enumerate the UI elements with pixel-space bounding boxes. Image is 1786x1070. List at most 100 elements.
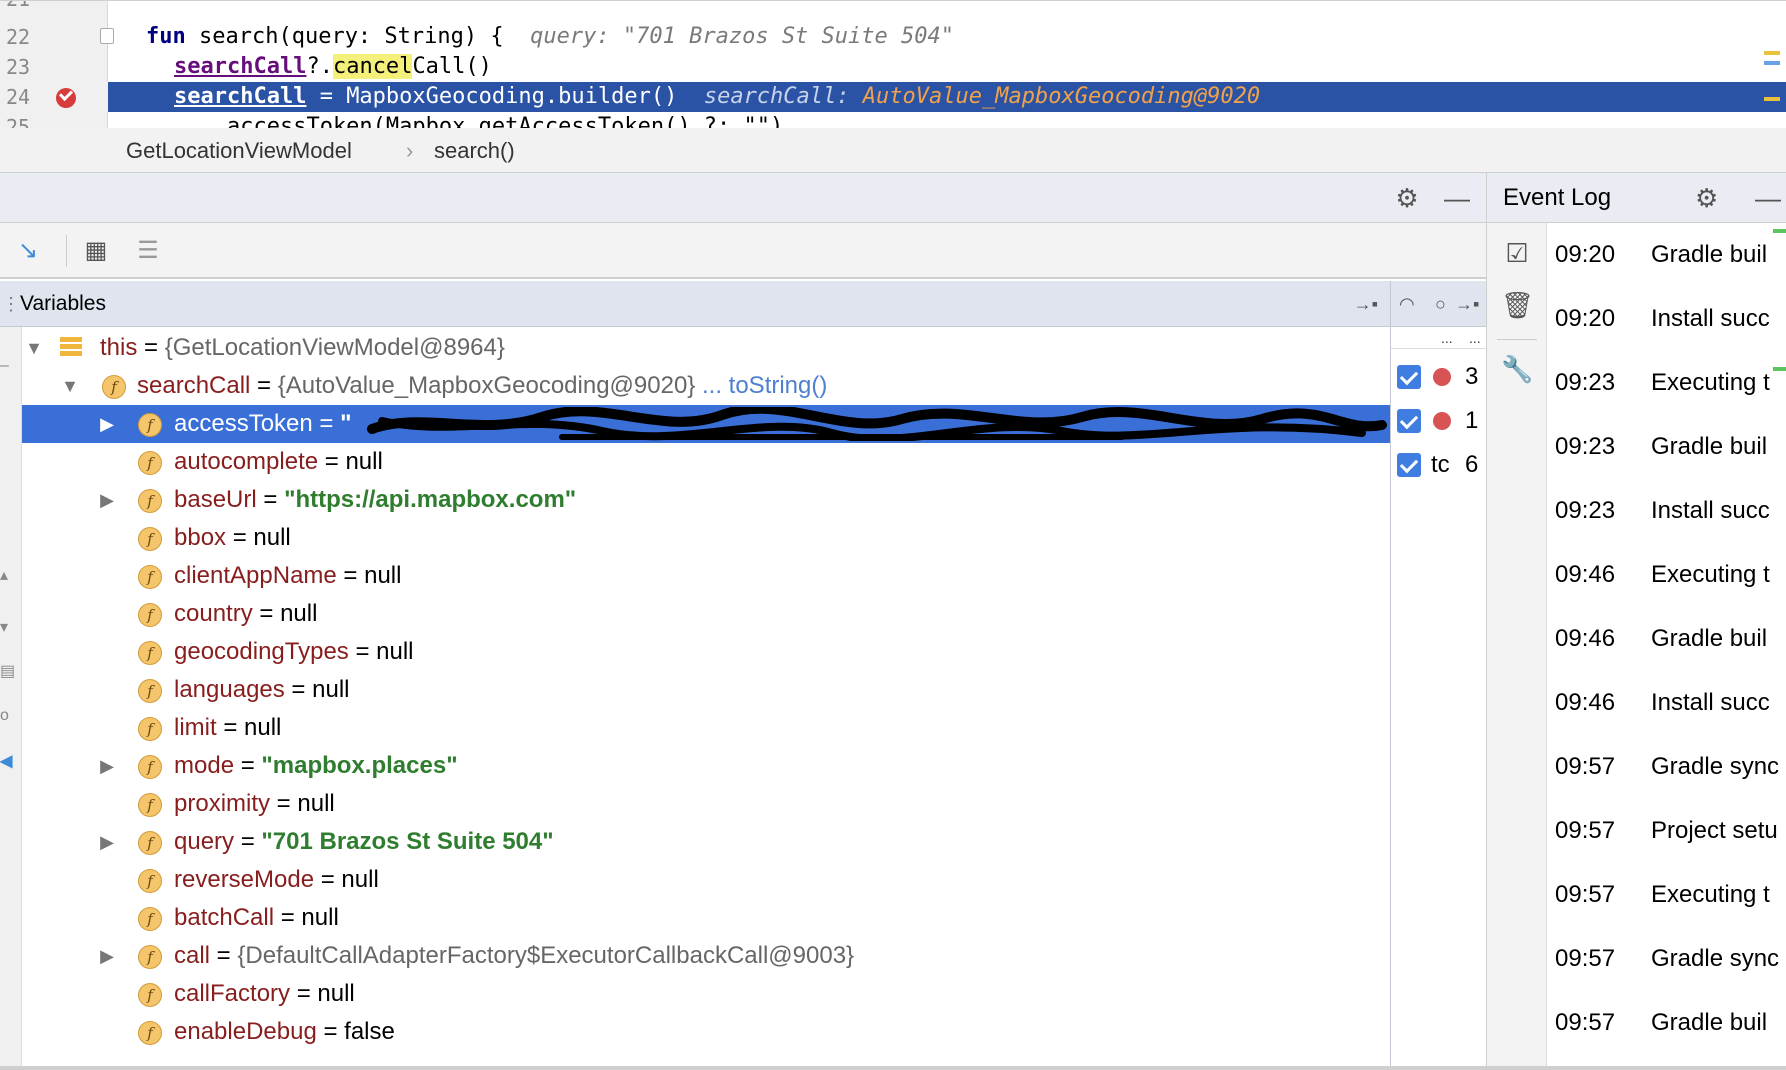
mark-read-icon[interactable]: ☑	[1501, 237, 1533, 269]
breadcrumb-method[interactable]: search()	[434, 128, 515, 173]
breadcrumb-class[interactable]: GetLocationViewModel	[126, 128, 352, 173]
kotlin-icon[interactable]: ◀	[0, 751, 14, 775]
tostring-link[interactable]: ... toString()	[695, 372, 827, 399]
field-icon: f	[138, 869, 162, 893]
frame-marker-icon[interactable]: ▴	[0, 565, 14, 589]
tree-row-geocodingtypes[interactable]: f geocodingTypes = null	[22, 633, 1390, 671]
code-line-23[interactable]: 23 searchCall?.cancelCall()	[0, 52, 1786, 82]
warning-mark[interactable]	[1764, 51, 1780, 55]
pin-icon[interactable]: →▪	[1455, 281, 1479, 327]
tree-row-accesstoken[interactable]: ▶ f accessToken = "	[22, 405, 1390, 443]
tree-row-clientappname[interactable]: f clientAppName = null	[22, 557, 1390, 595]
tree-row-baseurl[interactable]: ▶ f baseUrl = "https://api.mapbox.com"	[22, 481, 1390, 519]
tree-row-languages[interactable]: f languages = null	[22, 671, 1390, 709]
code-editor[interactable]: 21 22 fun search(query: String) { query:…	[0, 0, 1786, 128]
tree-row-bbox[interactable]: f bbox = null	[22, 519, 1390, 557]
frame-marker-icon[interactable]: ▾	[0, 617, 14, 641]
tree-row-mode[interactable]: ▶ f mode = "mapbox.places"	[22, 747, 1390, 785]
event-message[interactable]: Executing t	[1651, 363, 1770, 403]
event-message[interactable]: Gradle buil	[1651, 1003, 1767, 1043]
breakpoint-checkbox[interactable]	[1397, 365, 1421, 389]
line-number: 25	[6, 115, 31, 128]
field-reference: searchCall	[174, 54, 307, 79]
variable-label: autocomplete = null	[174, 448, 383, 475]
tree-row-callfactory[interactable]: f callFactory = null	[22, 975, 1390, 1013]
tree-row-call[interactable]: ▶ f call = {DefaultCallAdapterFactory$Ex…	[22, 937, 1390, 975]
event-message[interactable]: Gradle sync	[1651, 747, 1779, 787]
breakpoint-row[interactable]: 1	[1391, 401, 1487, 441]
event-message[interactable]: Gradle buil	[1651, 235, 1767, 275]
breakpoint-prefix: tc	[1431, 451, 1450, 478]
trash-icon[interactable]: 🗑	[1501, 289, 1534, 321]
expand-arrow-icon[interactable]: ▼	[24, 329, 44, 367]
event-message[interactable]: Executing t	[1651, 875, 1770, 915]
code-text: searchCall = MapboxGeocoding.builder() s…	[174, 82, 1260, 112]
column-dots[interactable]: ...	[1441, 327, 1453, 349]
variables-tree[interactable]: ▼ this = {GetLocationViewModel@8964} ▼ f…	[22, 327, 1390, 1070]
tree-row-limit[interactable]: f limit = null	[22, 709, 1390, 747]
pin-icon[interactable]: →▪	[1354, 281, 1378, 327]
gear-icon[interactable]: ⚙	[1695, 173, 1718, 223]
event-message[interactable]: Executing t	[1651, 555, 1770, 595]
refresh-icon[interactable]: ○	[1435, 281, 1446, 327]
event-message[interactable]: Gradle buil	[1651, 619, 1767, 659]
code-line-21[interactable]: 21	[0, 1, 1786, 14]
tree-row-country[interactable]: f country = null	[22, 595, 1390, 633]
gear-icon[interactable]: ⚙	[1392, 183, 1422, 213]
breakpoint-checkbox[interactable]	[1397, 453, 1421, 477]
frame-marker-icon[interactable]: ▤	[0, 661, 15, 685]
calculator-icon[interactable]: ▦	[80, 235, 112, 267]
code-line-22[interactable]: 22 fun search(query: String) { query: "7…	[0, 22, 1786, 52]
editor-error-stripe[interactable]	[1758, 1, 1786, 128]
fold-icon[interactable]	[100, 28, 114, 44]
tree-row-batchcall[interactable]: f batchCall = null	[22, 899, 1390, 937]
expand-arrow-icon[interactable]: ▶	[97, 747, 117, 785]
tree-row-query[interactable]: ▶ f query = "701 Brazos St Suite 504"	[22, 823, 1390, 861]
expand-arrow-icon[interactable]: ▶	[97, 823, 117, 861]
frame-marker-icon[interactable]: o	[0, 707, 14, 731]
tree-row-proximity[interactable]: f proximity = null	[22, 785, 1390, 823]
code-line-24-current[interactable]: 24 searchCall = MapboxGeocoding.builder(…	[0, 82, 1786, 112]
event-message[interactable]: Install succ	[1651, 683, 1770, 723]
expand-arrow-icon[interactable]: ▼	[60, 367, 80, 405]
tree-row-this[interactable]: ▼ this = {GetLocationViewModel@8964}	[22, 329, 1390, 367]
minimize-icon[interactable]: —	[1442, 183, 1472, 213]
watches-icon[interactable]: ☰	[132, 235, 164, 267]
event-message[interactable]: Gradle buil	[1651, 427, 1767, 467]
event-message[interactable]: Install succ	[1651, 491, 1770, 531]
variable-label: geocodingTypes = null	[174, 638, 414, 665]
breakpoint-row[interactable]: tc 6	[1391, 445, 1487, 485]
code-line-25[interactable]: 25 accessToken(Mapbox.getAccessToken() ?…	[0, 112, 1786, 128]
frame-marker-icon[interactable]: –	[0, 357, 14, 381]
expand-arrow-icon[interactable]: ▶	[97, 481, 117, 519]
breakpoint-checkbox[interactable]	[1397, 409, 1421, 433]
warning-mark[interactable]	[1764, 97, 1780, 101]
field-icon: f	[138, 793, 162, 817]
tree-row-autocomplete[interactable]: f autocomplete = null	[22, 443, 1390, 481]
step-into-icon[interactable]: ↘	[12, 235, 44, 267]
event-message[interactable]: Project setu	[1651, 811, 1778, 851]
event-message[interactable]: Gradle sync	[1651, 939, 1779, 979]
wrench-icon[interactable]: 🔧	[1501, 353, 1533, 385]
field-icon: f	[138, 945, 162, 969]
variable-label: reverseMode = null	[174, 866, 379, 893]
field-icon: f	[138, 641, 162, 665]
minimize-icon[interactable]: —	[1755, 173, 1781, 223]
breakpoint-row[interactable]: 3	[1391, 357, 1487, 397]
tree-row-searchcall[interactable]: ▼ f searchCall = {AutoValue_MapboxGeocod…	[22, 367, 1390, 405]
event-message[interactable]: Install succ	[1651, 299, 1770, 339]
tree-row-reversemode[interactable]: f reverseMode = null	[22, 861, 1390, 899]
field-icon: f	[138, 1021, 162, 1045]
speedometer-icon[interactable]: ◠	[1399, 281, 1415, 327]
event-time: 09:23	[1555, 433, 1616, 460]
info-mark[interactable]	[1764, 61, 1780, 65]
expand-arrow-icon[interactable]: ▶	[97, 405, 117, 443]
breakpoint-icon[interactable]	[56, 86, 76, 108]
tree-row-enabledebug[interactable]: f enableDebug = false	[22, 1013, 1390, 1051]
variable-label: call = {DefaultCallAdapterFactory$Execut…	[174, 942, 855, 969]
window-bottom-border	[0, 1066, 1786, 1070]
column-dots[interactable]: ...	[1469, 327, 1481, 349]
expand-arrow-icon[interactable]: ▶	[97, 937, 117, 975]
drag-handle-icon[interactable]: ⋮	[2, 281, 20, 327]
frames-strip[interactable]: – ▴ ▾ ▤ o ◀	[0, 327, 22, 1070]
